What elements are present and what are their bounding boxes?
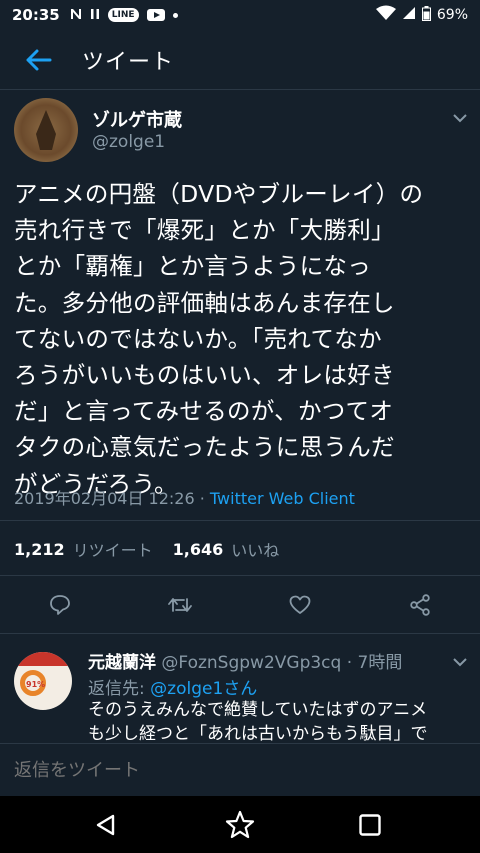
tweet-line: とか「覇権」とか言うようになっ [14, 252, 371, 281]
retweet-label[interactable]: リツイート [73, 537, 153, 561]
reply-line: そのうえみんなで絶賛していたはずのアニメ [88, 700, 428, 720]
youtube-icon [146, 9, 165, 21]
reply-to-label: 返信先: [88, 679, 145, 699]
reply-avatar[interactable]: 91% [14, 652, 72, 710]
author-display-name[interactable]: ゾルゲ市蔵 [92, 106, 182, 132]
reply-input[interactable] [10, 754, 470, 786]
tweet-stats: 1,212 リツイート 1,646 いいね [14, 537, 279, 561]
status-right: 69% [375, 5, 468, 25]
status-bar: 20:35 LINE 69% [0, 0, 480, 30]
line-icon: LINE [107, 8, 139, 22]
status-time: 20:35 [12, 6, 60, 24]
reply-tweet[interactable]: 91% 元越蘭洋 @FoznSgpw2VGp3cq · 7時間 返信先: @zo… [0, 640, 480, 760]
share-icon[interactable] [400, 585, 440, 625]
n-icon [70, 8, 82, 23]
reply-to-mention[interactable]: @zolge1さん [150, 679, 257, 699]
tweet-timestamp: 2019年02月04日 12:26 · [14, 489, 205, 508]
recents-square-icon[interactable] [350, 808, 390, 842]
app-bar: ツイート [0, 30, 480, 90]
tweet-author: ゾルゲ市蔵 @zolge1 [0, 90, 480, 170]
star-icon[interactable] [220, 808, 260, 842]
wifi-icon [375, 5, 396, 25]
page-title: ツイート [82, 49, 175, 75]
retweet-count[interactable]: 1,212 [14, 540, 65, 559]
divider [0, 575, 480, 576]
signal-icon [402, 6, 416, 24]
tweet-line: タクの心意気だったように思うんだ [14, 433, 395, 462]
battery-icon [421, 5, 431, 25]
reply-display-name[interactable]: 元越蘭洋 [88, 653, 156, 673]
tweet-text: アニメの円盤（DVDやブルーレイ）の 売れ行きで「爆死」とか「大勝利」 とか「覇… [14, 176, 469, 502]
tweet-line: ろうがいいものはいい、オレは好き [14, 361, 395, 390]
reply-text: そのうえみんなで絶賛していたはずのアニメ も少し経つと「あれは古いからもう駄目」… [88, 698, 468, 746]
tweet-actions [0, 585, 480, 625]
tweet-line: だ」と言ってみせるのが、かつてオ [14, 397, 394, 426]
tweet-line: た。多分他の評価軸はあんま存在し [14, 288, 395, 317]
tweet-line: 売れ行きで「爆死」とか「大勝利」 [14, 216, 395, 245]
like-count[interactable]: 1,646 [173, 540, 224, 559]
notification-icons: LINE [70, 8, 178, 23]
like-label[interactable]: いいね [231, 537, 279, 561]
divider [0, 633, 480, 634]
arrow-left-icon[interactable] [10, 30, 66, 90]
avatar[interactable] [14, 98, 78, 162]
main-tweet: ゾルゲ市蔵 @zolge1 アニメの円盤（DVDやブルーレイ）の 売れ行きで「爆… [0, 90, 480, 616]
chevron-down-icon[interactable] [452, 652, 468, 671]
reply-handle-time: @FoznSgpw2VGp3cq · 7時間 [161, 653, 403, 673]
dot-icon [172, 12, 178, 18]
tweet-client-link[interactable]: Twitter Web Client [210, 489, 355, 508]
heart-icon[interactable] [280, 585, 320, 625]
back-triangle-icon[interactable] [85, 808, 125, 842]
system-nav-bar [0, 796, 480, 853]
battery-percent: 69% [436, 7, 468, 23]
tweet-meta: 2019年02月04日 12:26 · Twitter Web Client [14, 485, 355, 509]
chevron-down-icon[interactable] [452, 108, 468, 127]
reply-avatar-text: 91% [26, 680, 46, 689]
tweet-line: アニメの円盤（DVDやブルーレイ）の [14, 180, 424, 208]
retweet-icon[interactable] [160, 585, 200, 625]
author-handle[interactable]: @zolge1 [92, 132, 165, 152]
divider [0, 520, 480, 521]
reply-to: 返信先: @zolge1さん [88, 674, 257, 699]
reply-icon[interactable] [40, 585, 80, 625]
reply-author[interactable]: 元越蘭洋 @FoznSgpw2VGp3cq · 7時間 [88, 648, 402, 673]
tweet-line: てないのではないか。「売れてなか [14, 324, 382, 353]
compose-bar [0, 743, 480, 796]
pause-icon [90, 8, 100, 23]
